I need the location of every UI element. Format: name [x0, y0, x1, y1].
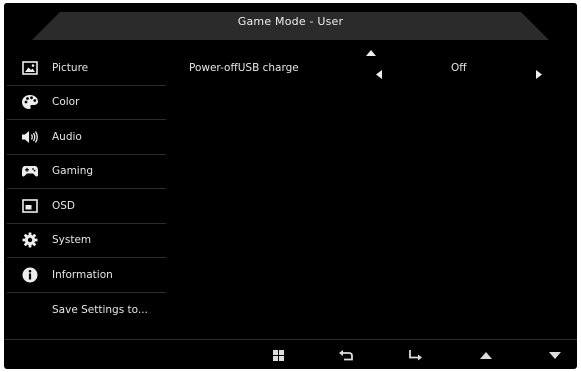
sidebar-item-label: Color: [52, 96, 80, 109]
back-icon[interactable]: [338, 348, 354, 362]
header: Game Mode - User: [4, 3, 577, 40]
sidebar-item-system[interactable]: System: [7, 224, 166, 258]
menu-grid-icon[interactable]: [270, 348, 286, 362]
setting-row-power-off-usb-charge[interactable]: Power-offUSB charge Off: [189, 58, 559, 80]
down-arrow-icon[interactable]: [547, 348, 563, 362]
sidebar-item-save-settings[interactable]: Save Settings to...: [7, 293, 166, 328]
sidebar: Picture Color Audio Gaming OSD System In…: [7, 51, 166, 327]
sidebar-item-label: OSD: [52, 199, 76, 212]
right-arrow-icon[interactable]: [536, 64, 542, 83]
info-icon: [21, 266, 39, 284]
sidebar-item-label: Save Settings to...: [52, 303, 148, 316]
sidebar-item-label: Information: [52, 268, 113, 281]
up-arrow-icon[interactable]: [478, 348, 494, 362]
gear-icon: [21, 231, 39, 249]
footer-button-bar: [4, 339, 577, 369]
sidebar-item-label: System: [52, 234, 92, 247]
sidebar-item-osd[interactable]: OSD: [7, 189, 166, 224]
palette-icon: [21, 93, 39, 111]
sidebar-item-picture[interactable]: Picture: [7, 51, 166, 86]
sidebar-item-information[interactable]: Information: [7, 258, 166, 293]
picture-icon: [21, 59, 39, 77]
setting-value: Off: [451, 62, 467, 74]
left-arrow-icon[interactable]: [376, 64, 382, 83]
speaker-icon: [21, 128, 39, 146]
sidebar-item-color[interactable]: Color: [7, 86, 166, 120]
sidebar-item-gaming[interactable]: Gaming: [7, 155, 166, 189]
osd-icon: [21, 197, 39, 215]
sidebar-item-label: Picture: [52, 61, 89, 74]
sidebar-item-label: Audio: [52, 130, 82, 143]
enter-icon[interactable]: [407, 348, 423, 362]
setting-label: Power-offUSB charge: [189, 62, 299, 74]
sidebar-item-label: Gaming: [52, 165, 94, 178]
osd-window: Game Mode - User Picture Color Audio Gam…: [4, 3, 577, 369]
sidebar-item-audio[interactable]: Audio: [7, 120, 166, 155]
gamepad-icon: [21, 162, 39, 180]
page-title: Game Mode - User: [237, 15, 344, 28]
